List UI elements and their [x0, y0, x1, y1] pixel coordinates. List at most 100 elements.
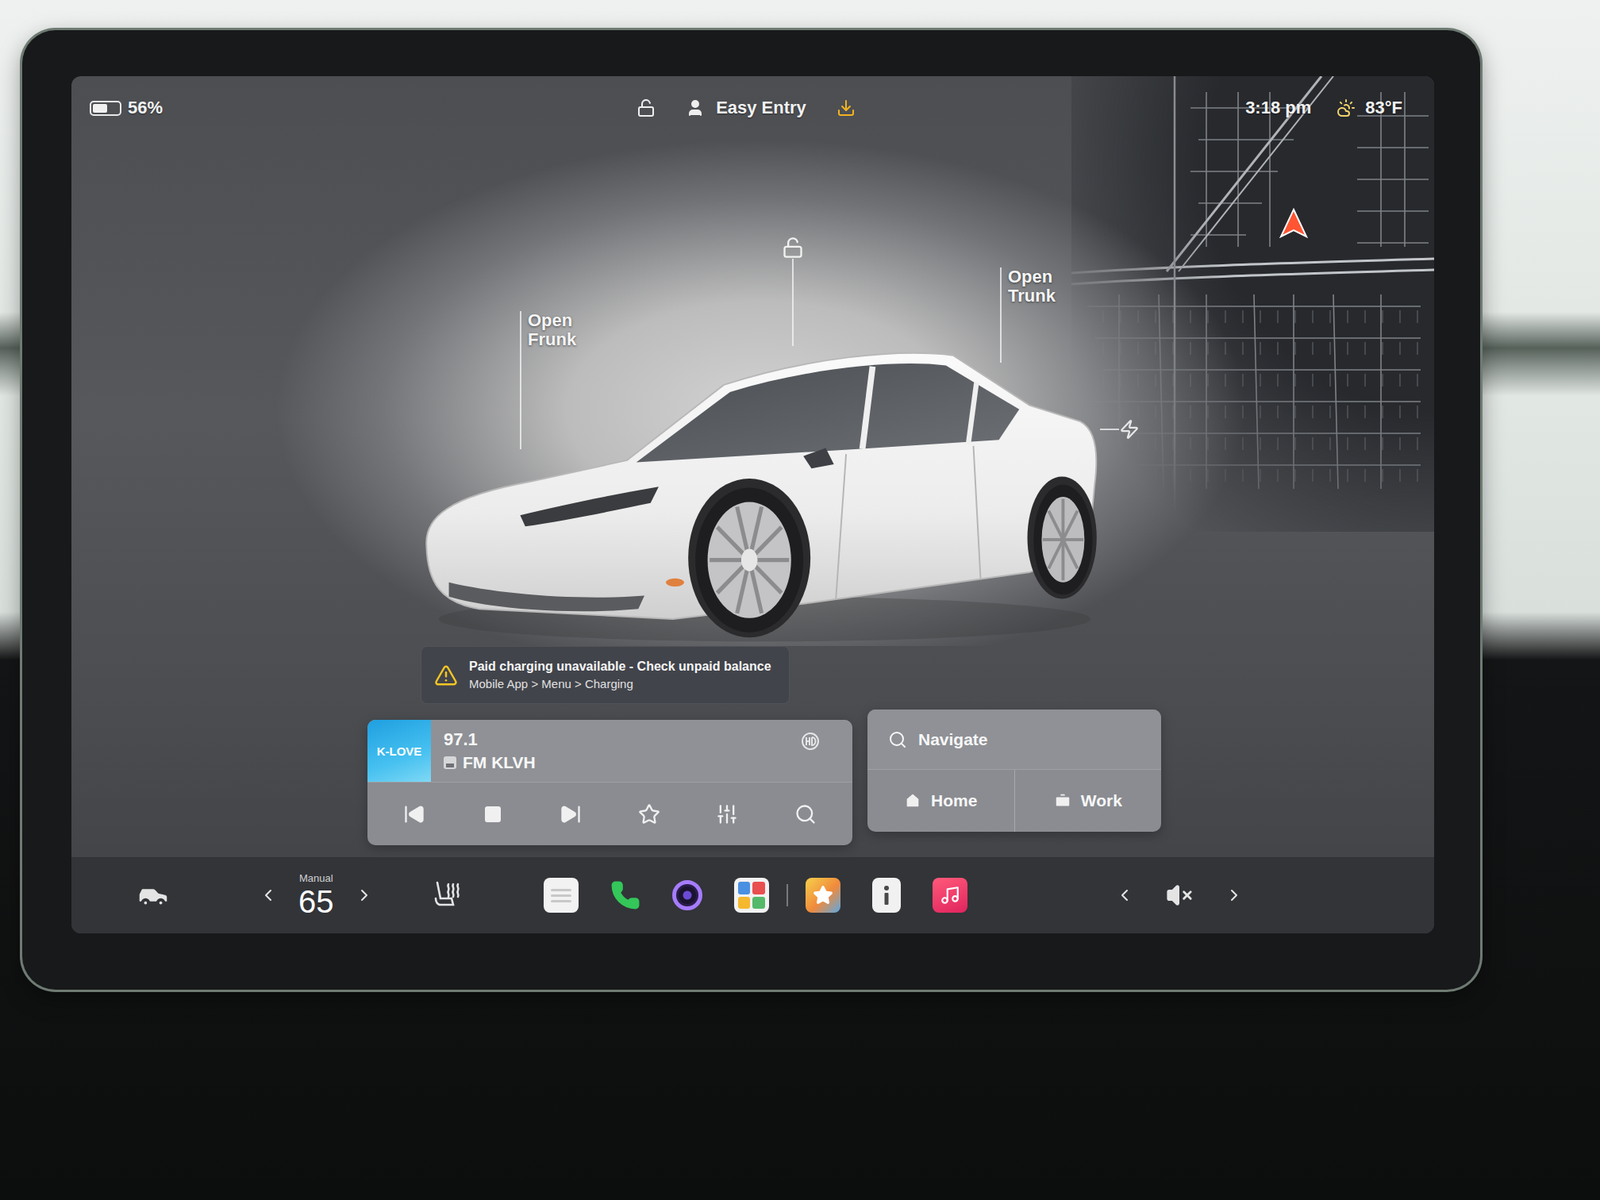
software-update-icon[interactable]	[836, 98, 856, 118]
trunk-callout[interactable]: Open Trunk	[1000, 267, 1056, 363]
volume-down-button[interactable]	[1115, 885, 1135, 905]
wheel-well	[1027, 476, 1097, 599]
navigate-search[interactable]: Navigate	[867, 709, 1162, 770]
car-mirror	[803, 447, 835, 469]
note-line	[550, 888, 572, 892]
grid-cell	[738, 896, 751, 910]
charge-port-callout[interactable]	[1100, 419, 1140, 440]
rim-spoke	[1062, 538, 1084, 542]
music-app-icon[interactable]	[932, 877, 968, 913]
previous-icon	[403, 803, 426, 826]
frunk-callout[interactable]: Open Frunk	[519, 311, 577, 450]
chevron-left-icon	[258, 885, 278, 905]
next-button[interactable]	[549, 792, 593, 836]
note-line	[550, 894, 572, 897]
music-note-icon	[939, 884, 961, 906]
grid-cell	[752, 881, 766, 895]
callout-line	[792, 258, 794, 347]
climate-mode: Manual	[299, 873, 334, 884]
outside-temperature: 83°F	[1365, 97, 1403, 119]
media-card: K-LOVE97.1FM KLVH	[367, 719, 853, 846]
car-controls-button[interactable]	[134, 876, 172, 914]
camera-app-icon[interactable]	[672, 880, 703, 911]
notes-app-icon[interactable]	[543, 877, 579, 913]
briefcase-icon	[1053, 792, 1072, 810]
stop-button[interactable]	[471, 792, 515, 836]
info-icon	[881, 884, 892, 906]
driver-profile-name[interactable]: Easy Entry	[715, 97, 807, 119]
next-icon	[559, 803, 582, 826]
rim-spoke	[1048, 539, 1063, 569]
rear-tire	[1033, 484, 1093, 596]
mute-button[interactable]	[1165, 881, 1193, 909]
stop-icon	[483, 804, 503, 824]
toybox-app-icon[interactable]	[805, 877, 841, 913]
favorite-button[interactable]	[627, 792, 671, 836]
chevron-left-icon	[1115, 885, 1135, 905]
volume-up-button[interactable]	[1224, 885, 1244, 905]
station-logo: K-LOVE	[367, 719, 431, 782]
car-headlight	[519, 486, 659, 527]
equalizer-icon	[715, 803, 739, 826]
car-door-line	[973, 446, 981, 579]
rim-spoke	[1042, 538, 1064, 542]
warning-icon	[434, 663, 458, 688]
climate-temperature[interactable]: Manual65	[298, 873, 335, 918]
battery-icon	[89, 100, 122, 116]
seat-heater-icon[interactable]	[429, 877, 465, 913]
media-controls	[367, 781, 853, 846]
callout-line	[519, 311, 522, 450]
car-pillar	[968, 382, 977, 444]
now-playing[interactable]: K-LOVE97.1FM KLVH	[367, 719, 853, 782]
temp-down-button[interactable]	[258, 885, 278, 905]
chevron-right-icon	[1224, 885, 1244, 905]
page: 56% Easy Entry 3:18 pm83°F Open Frunk Open T…	[0, 0, 1600, 1200]
lock-callout[interactable]	[781, 236, 804, 347]
nav-shortcut-button[interactable]: Home	[867, 769, 1015, 832]
battery-percent: 56%	[127, 97, 163, 119]
climate-value: 65	[298, 885, 335, 918]
front-rim	[707, 501, 792, 618]
rim-spoke	[1061, 539, 1066, 581]
status-bar: 56% Easy Entry 3:18 pm83°F	[71, 76, 1435, 140]
weather-cloud-icon	[1336, 98, 1356, 118]
rim-spoke	[1061, 499, 1066, 540]
previous-button[interactable]	[392, 792, 436, 836]
charging-alert[interactable]: Paid charging unavailable - Check unpaid…	[420, 646, 790, 704]
driver-profile-icon[interactable]	[685, 98, 705, 118]
battery-status: 56%	[89, 97, 637, 119]
hd-radio-icon	[800, 730, 821, 752]
note-line	[550, 900, 572, 903]
callout-line	[1000, 267, 1002, 363]
car-icon	[134, 876, 172, 914]
charge-port-icon[interactable]	[1119, 419, 1140, 440]
dock-divider	[786, 884, 789, 907]
grid-cell	[738, 881, 751, 895]
car-pillar	[862, 366, 874, 450]
battery-fill	[92, 103, 108, 113]
calendar-app-icon[interactable]	[734, 877, 770, 913]
nav-shortcut-button[interactable]: Work	[1014, 769, 1162, 832]
chevron-right-icon	[354, 885, 374, 905]
open-frunk-button[interactable]: Open Frunk	[527, 311, 577, 350]
equalizer-button[interactable]	[705, 792, 749, 836]
search-icon	[794, 803, 817, 826]
rim-spoke	[1048, 511, 1063, 540]
station-frequency: 97.1	[443, 729, 800, 750]
car-lock-icon[interactable]	[781, 236, 804, 259]
time-weather: 3:18 pm83°F	[855, 97, 1403, 119]
navigate-placeholder: Navigate	[918, 730, 989, 750]
lock-icon[interactable]	[636, 98, 656, 118]
seat-heater-button[interactable]	[429, 877, 465, 913]
manual-app-icon[interactable]	[872, 877, 901, 913]
profile-status[interactable]: Easy Entry	[636, 97, 856, 119]
car-marker-light	[665, 578, 685, 587]
temp-up-button[interactable]	[354, 885, 374, 905]
radio-badge-icon	[443, 756, 457, 770]
search-icon	[888, 730, 908, 750]
open-trunk-button[interactable]: Open Trunk	[1007, 267, 1056, 306]
alert-row: Paid charging unavailable - Check unpaid…	[71, 646, 1435, 704]
media-search-button[interactable]	[784, 792, 827, 836]
phone-app-icon[interactable]	[610, 880, 641, 911]
rim-spoke	[1062, 539, 1077, 569]
